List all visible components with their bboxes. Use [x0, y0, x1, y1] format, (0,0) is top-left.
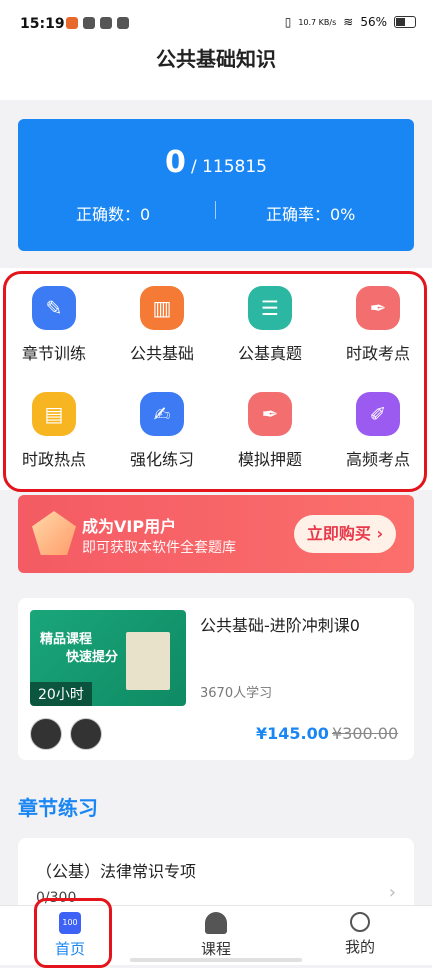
chevron-right-icon: ›: [388, 882, 396, 903]
chapter-item[interactable]: （公基）法律常识专项 0/300 ›: [18, 838, 414, 908]
grid-item-label: 强化练习: [129, 450, 194, 469]
grid-item-public-basics[interactable]: ▥ 公共基础: [108, 268, 216, 368]
battery-text: 56%: [360, 15, 387, 29]
divider: [215, 201, 216, 219]
grid-item-current-affairs-points[interactable]: ✒ 时政考点: [324, 268, 432, 368]
pen-icon: ✒: [356, 286, 400, 330]
home-icon: 100: [59, 912, 81, 934]
avatar: [30, 718, 62, 750]
app-notification-icon: [117, 17, 129, 29]
tab-course[interactable]: 课程: [176, 912, 256, 959]
app-notification-icon: [100, 17, 112, 29]
thumb-tag: 精品课程: [40, 632, 93, 647]
avatar: [70, 718, 102, 750]
user-icon: [350, 912, 370, 932]
section-title: 章节练习: [18, 796, 98, 820]
grid-item-label: 高频考点: [345, 450, 410, 469]
course-hours: 20小时: [30, 682, 92, 706]
tab-mine[interactable]: 我的: [320, 912, 400, 957]
app-notification-icon: [66, 17, 78, 29]
thumb-tag: 快速提分: [66, 650, 119, 665]
teacher-avatars: [30, 718, 102, 750]
tab-label: 我的: [344, 938, 375, 956]
pen-icon: ✒: [248, 392, 292, 436]
vip-title: 成为VIP用户: [82, 517, 177, 536]
grid-item-high-frequency[interactable]: ✐ 高频考点: [324, 374, 432, 474]
pencil-icon: ✎: [32, 286, 76, 330]
chapter-progress: 0/300: [36, 890, 77, 906]
total-questions: / 115815: [190, 157, 267, 177]
course-thumbnail: 精品课程 快速提分 20小时: [30, 610, 186, 706]
tab-label: 课程: [200, 940, 231, 958]
learner-count: 3670人学习: [200, 686, 273, 701]
accuracy-rate: 正确率：0%: [266, 205, 356, 224]
grid-item-label: 时政热点: [21, 450, 86, 469]
course-price: ¥145.00: [256, 724, 329, 743]
correct-count: 正确数：0: [76, 205, 151, 224]
document-icon: ☰: [248, 286, 292, 330]
vip-banner[interactable]: 成为VIP用户 即可获取本软件全套题库 立即购买 ›: [18, 495, 414, 573]
grid-item-label: 章节训练: [21, 344, 86, 363]
grid-item-label: 时政考点: [345, 344, 410, 363]
grid-item-mock-predict[interactable]: ✒ 模拟押题: [216, 374, 324, 474]
grid-item-label: 模拟押题: [237, 450, 302, 469]
grid-item-current-affairs-hot[interactable]: ▤ 时政热点: [0, 374, 108, 474]
score-card: 0 / 115815 正确数：0 正确率：0%: [18, 119, 414, 251]
wifi-icon: ≋: [343, 15, 354, 29]
grid-item-intensive-practice[interactable]: ✍ 强化练习: [108, 374, 216, 474]
course-icon: [205, 912, 227, 934]
vip-subtitle: 即可获取本软件全套题库: [82, 540, 236, 556]
vibrate-icon: ▯: [284, 15, 292, 29]
chapter-title: （公基）法律常识专项: [36, 862, 197, 881]
tab-home[interactable]: 100 首页: [30, 912, 110, 959]
buy-now-button[interactable]: 立即购买 ›: [294, 515, 396, 553]
grid-item-label: 公共基础: [129, 344, 194, 363]
original-price: ¥300.00: [332, 724, 399, 743]
thumb-illustration: [126, 632, 170, 690]
battery-icon: [394, 16, 416, 28]
home-indicator: [130, 958, 302, 962]
tab-label: 首页: [54, 940, 85, 958]
diamond-icon: [32, 511, 76, 555]
correct-score: 0: [165, 145, 186, 180]
brush-icon: ✐: [356, 392, 400, 436]
notepad-icon: ▤: [32, 392, 76, 436]
net-speed: 10.7 KB/s: [298, 17, 337, 27]
notification-icons: [66, 17, 129, 29]
app-notification-icon: [83, 17, 95, 29]
grid-item-chapter-training[interactable]: ✎ 章节训练: [0, 268, 108, 368]
course-card[interactable]: 精品课程 快速提分 20小时 公共基础-进阶冲刺课0 3670人学习 ¥145.…: [18, 598, 414, 760]
function-grid: ✎ 章节训练 ▥ 公共基础 ☰ 公基真题 ✒ 时政考点 ▤ 时政热点 ✍ 强化练…: [0, 268, 432, 490]
edit-icon: ✍: [140, 392, 184, 436]
grid-item-label: 公基真题: [237, 344, 302, 363]
status-right: ▯ 10.7 KB/s ≋ 56%: [285, 15, 416, 29]
status-time: 15:19: [20, 16, 65, 32]
book-icon: ▥: [140, 286, 184, 330]
grid-item-past-exams[interactable]: ☰ 公基真题: [216, 268, 324, 368]
page-title: 公共基础知识: [0, 34, 432, 100]
course-title: 公共基础-进阶冲刺课0: [200, 616, 360, 635]
bottom-tab-bar: 100 首页 课程 我的: [0, 905, 432, 965]
